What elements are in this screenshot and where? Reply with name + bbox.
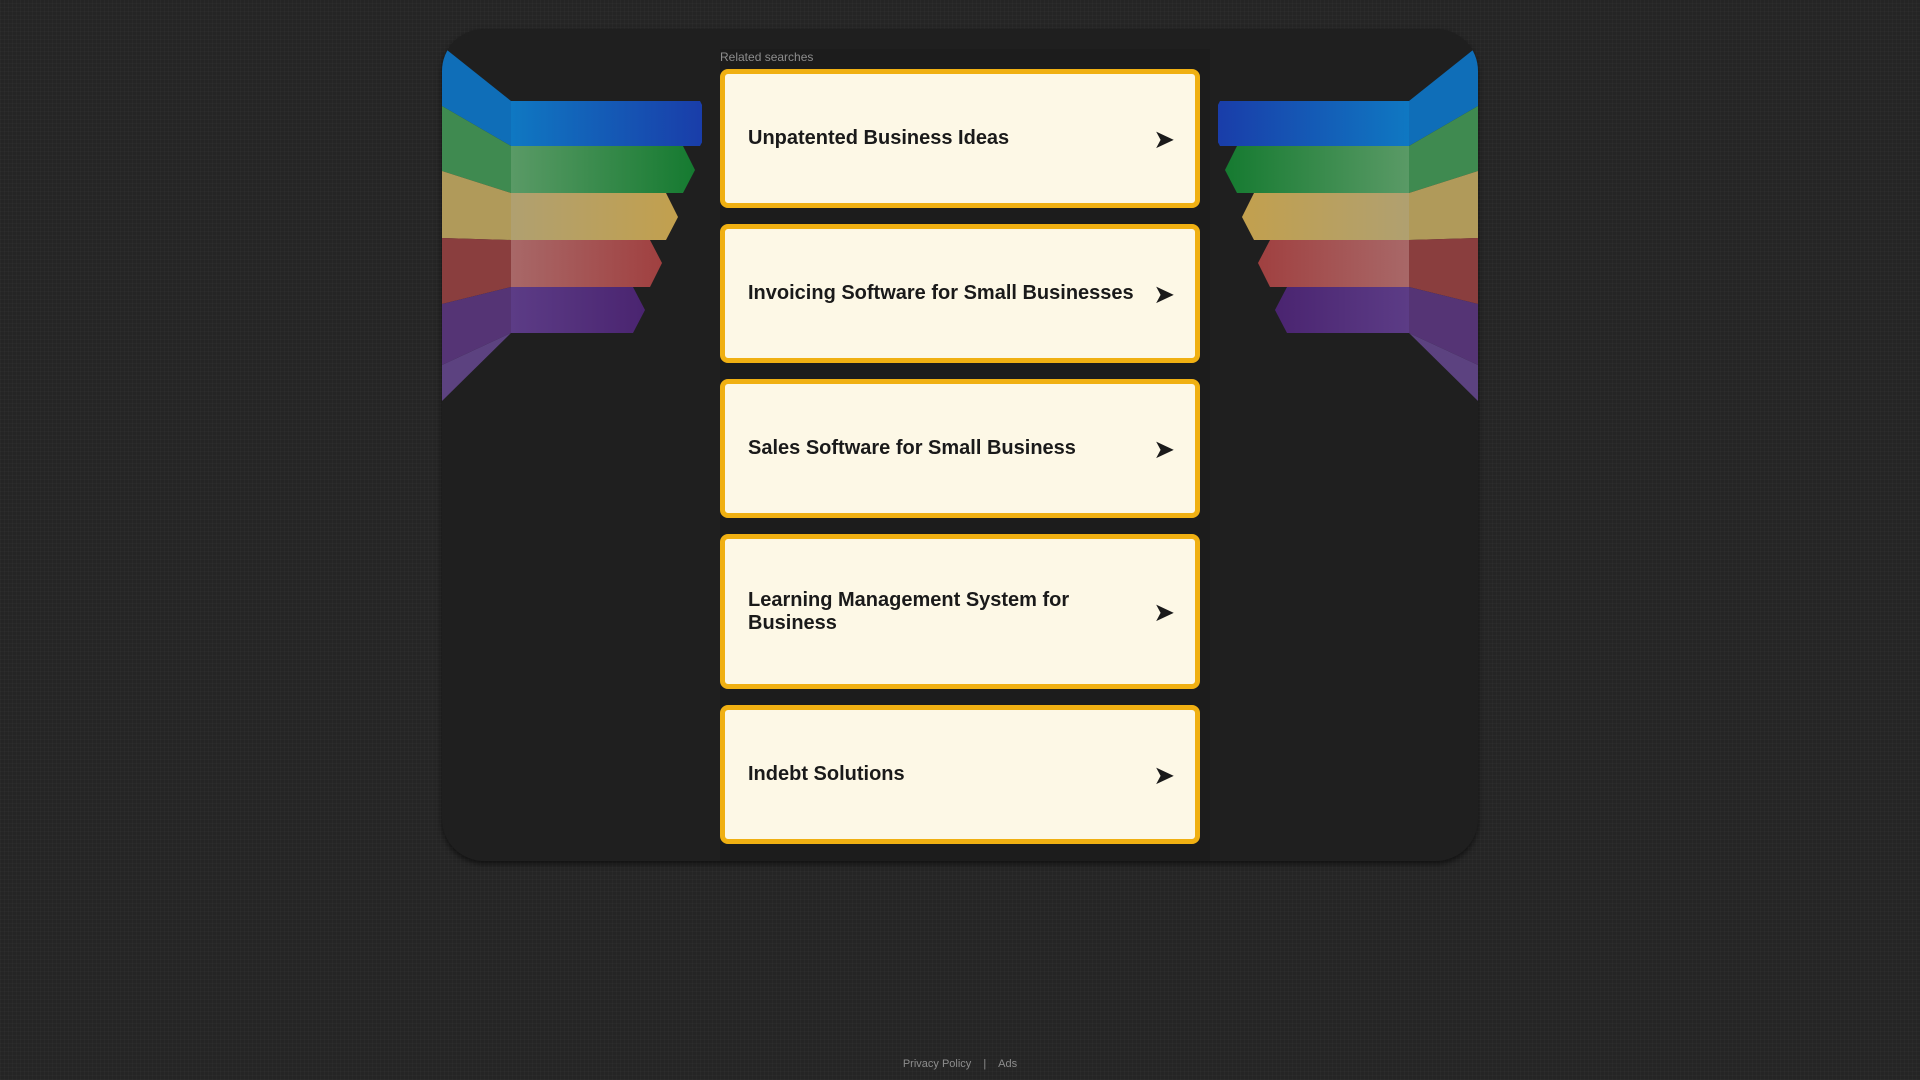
related-link-label: Unpatented Business Ideas <box>748 127 1010 149</box>
related-links-list: Unpatented Business Ideas ➤ Invoicing So… <box>720 69 1200 860</box>
arrow-right-icon: ➤ <box>1153 278 1175 309</box>
arrow-right-icon: ➤ <box>1153 433 1175 464</box>
footer-separator: | <box>983 1058 987 1070</box>
related-link-indebt-solutions[interactable]: Indebt Solutions ➤ <box>720 705 1200 844</box>
related-link-unpatented-business-ideas[interactable]: Unpatented Business Ideas ➤ <box>720 69 1200 208</box>
related-link-invoicing-software[interactable]: Invoicing Software for Small Businesses … <box>720 224 1200 363</box>
arrow-right-icon: ➤ <box>1153 123 1175 154</box>
footer: Privacy Policy | Ads <box>0 1058 1920 1070</box>
ads-link[interactable]: Ads <box>998 1058 1017 1070</box>
related-link-label: Sales Software for Small Business <box>748 437 1076 459</box>
privacy-policy-link[interactable]: Privacy Policy <box>903 1058 971 1070</box>
related-link-label: Invoicing Software for Small Businesses <box>748 282 1134 304</box>
related-searches-label: Related searches <box>720 50 814 64</box>
related-link-label: Indebt Solutions <box>748 763 905 785</box>
decorative-ribbons-right <box>1218 29 1478 449</box>
related-link-sales-software[interactable]: Sales Software for Small Business ➤ <box>720 379 1200 518</box>
related-link-learning-management-system[interactable]: Learning Management System for Business … <box>720 534 1200 689</box>
decorative-ribbons-left <box>442 29 702 449</box>
arrow-right-icon: ➤ <box>1153 759 1175 790</box>
arrow-right-icon: ➤ <box>1153 596 1175 627</box>
related-link-label: Learning Management System for Business <box>748 588 1070 634</box>
